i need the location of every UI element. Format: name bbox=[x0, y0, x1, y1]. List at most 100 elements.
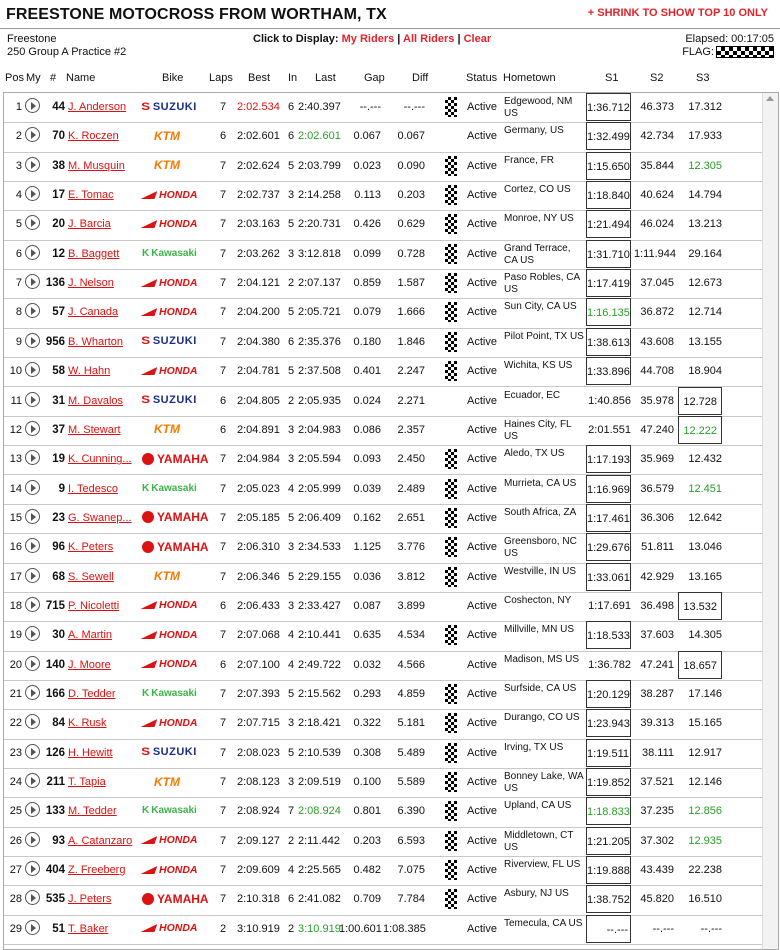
play-button-icon[interactable] bbox=[25, 890, 40, 906]
rider-name-link[interactable]: T. Tapia bbox=[68, 776, 106, 788]
rider-name-link[interactable]: I. Tedesco bbox=[68, 483, 118, 495]
shrink-top10-link[interactable]: + SHRINK TO SHOW TOP 10 ONLY bbox=[588, 7, 768, 19]
rider-name-link[interactable]: G. Swanep... bbox=[68, 512, 132, 524]
table-row[interactable]: 21 166D. Tedder Kawasaki 7 2:07.393 52:15.562… bbox=[4, 680, 762, 711]
table-row[interactable]: 22 84 K. Rusk HONDA 7 2:07.715 3 2:18.421 0.322 5… bbox=[4, 709, 762, 740]
col-s2[interactable]: S2 bbox=[650, 72, 663, 84]
table-row[interactable]: 17 68 S. Sewell KTM 7 2:06.346 5 2:29.155 0.036 3… bbox=[4, 562, 762, 593]
play-button-icon[interactable] bbox=[25, 538, 40, 554]
table-row[interactable]: 24 211 T. Tapia KTM 7 2:08.123 3 2:09.519 0.100 5… bbox=[4, 768, 762, 799]
play-button-icon[interactable] bbox=[25, 215, 40, 231]
table-row[interactable]: 1 44J. Anderson SUZUKI 7 2:02.534 62:40.397 --… bbox=[4, 93, 762, 124]
rider-name-link[interactable]: H. Hewitt bbox=[68, 747, 113, 759]
rider-name-link[interactable]: K. Cunning... bbox=[68, 453, 132, 465]
play-button-icon[interactable] bbox=[25, 802, 40, 818]
table-row[interactable]: 4 17 E. Tomac HONDA 7 2:02.737 3 2:14.258 0.113 0… bbox=[4, 181, 762, 212]
scroll-up-arrow-icon[interactable] bbox=[766, 96, 774, 101]
col-s1[interactable]: S1 bbox=[605, 72, 618, 84]
play-button-icon[interactable] bbox=[25, 479, 40, 495]
table-row[interactable]: 5 20 J. Barcia HONDA 7 2:03.163 5 2:20.731 0.426… bbox=[4, 210, 762, 241]
play-button-icon[interactable] bbox=[25, 773, 40, 789]
rider-name-link[interactable]: W. Hahn bbox=[68, 365, 110, 377]
rider-name-link[interactable]: P. Nicoletti bbox=[68, 600, 119, 612]
rider-name-link[interactable]: A. Martin bbox=[68, 629, 112, 641]
play-button-icon[interactable] bbox=[25, 626, 40, 642]
play-button-icon[interactable] bbox=[25, 156, 40, 172]
rider-name-link[interactable]: Z. Freeberg bbox=[68, 864, 125, 876]
play-button-icon[interactable] bbox=[25, 391, 40, 407]
table-row[interactable]: 13 19 K. Cunning... YAMAHA 7 2:04.984 3 2:05.59… bbox=[4, 445, 762, 476]
rider-name-link[interactable]: T. Baker bbox=[68, 923, 108, 935]
table-row[interactable]: 19 30 A. Martin HONDA 7 2:07.068 4 2:10.441 0.63… bbox=[4, 621, 762, 652]
col-last[interactable]: Last bbox=[315, 72, 336, 84]
play-button-icon[interactable] bbox=[25, 743, 40, 759]
rider-name-link[interactable]: K. Roczen bbox=[68, 130, 119, 142]
table-row[interactable]: 25133M. TedderKawasaki72:08.92472:08.924… bbox=[4, 797, 762, 828]
col-status[interactable]: Status bbox=[466, 72, 497, 84]
rider-name-link[interactable]: M. Stewart bbox=[68, 424, 121, 436]
col-best[interactable]: Best bbox=[248, 72, 270, 84]
col-diff[interactable]: Diff bbox=[412, 72, 428, 84]
rider-name-link[interactable]: K. Rusk bbox=[68, 717, 107, 729]
play-button-icon[interactable] bbox=[25, 332, 40, 348]
table-row[interactable]: 26 93 A. Catanzaro HONDA 7 2:09.127 2 2:11.442 0… bbox=[4, 826, 762, 858]
table-row[interactable]: 6 12B. Baggett Kawasaki 7 2:03.262 33:12.818 0… bbox=[4, 239, 762, 271]
table-row[interactable]: 8 57 J. Canada HONDA 7 2:04.200 5 2:05.721 0.079… bbox=[4, 298, 762, 329]
rider-name-link[interactable]: A. Catanzaro bbox=[68, 835, 132, 847]
col-bike[interactable]: Bike bbox=[162, 72, 183, 84]
table-row[interactable]: 7 136 J. Nelson HONDA 7 2:04.121 2 2:07.137 0.85… bbox=[4, 269, 762, 300]
play-button-icon[interactable] bbox=[25, 567, 40, 583]
play-button-icon[interactable] bbox=[25, 420, 40, 436]
play-button-icon[interactable] bbox=[25, 274, 40, 290]
table-row[interactable]: 15 23 G. Swanep... YAMAHA 7 2:05.185 5 2:06.409… bbox=[4, 503, 762, 535]
col-hometown[interactable]: Hometown bbox=[503, 72, 556, 84]
col-num[interactable]: # bbox=[50, 72, 56, 84]
play-button-icon[interactable] bbox=[25, 919, 40, 935]
table-row[interactable]: 11 31M. Davalos SUZUKI 6 2:04.805 22:05.935 0.… bbox=[4, 386, 762, 417]
table-row[interactable]: 14 9I. Tedesco Kawasaki 7 2:05.023 42:05.999 0… bbox=[4, 474, 762, 505]
col-gap[interactable]: Gap bbox=[364, 72, 385, 84]
play-button-icon[interactable] bbox=[25, 362, 40, 378]
rider-name-link[interactable]: S. Sewell bbox=[68, 571, 114, 583]
table-row[interactable]: 27 404 Z. Freeberg HONDA 7 2:09.609 4 2:25.565 0… bbox=[4, 856, 762, 887]
rider-name-link[interactable]: J. Peters bbox=[68, 893, 111, 905]
rider-name-link[interactable]: E. Tomac bbox=[68, 189, 114, 201]
rider-name-link[interactable]: J. Barcia bbox=[68, 218, 111, 230]
play-button-icon[interactable] bbox=[25, 98, 40, 113]
table-row[interactable]: 18 715 P. Nicoletti HONDA 6 2:06.433 3 2:33.427… bbox=[4, 591, 762, 623]
play-button-icon[interactable] bbox=[25, 861, 40, 877]
table-row[interactable]: 9 956B. Wharton SUZUKI 7 2:04.380 62:35.376 0.… bbox=[4, 327, 762, 359]
rider-name-link[interactable]: D. Tedder bbox=[68, 688, 116, 700]
play-button-icon[interactable] bbox=[25, 596, 40, 612]
play-button-icon[interactable] bbox=[25, 244, 40, 260]
col-s3[interactable]: S3 bbox=[696, 72, 709, 84]
play-button-icon[interactable] bbox=[25, 508, 40, 524]
rider-name-link[interactable]: J. Nelson bbox=[68, 277, 114, 289]
play-button-icon[interactable] bbox=[25, 831, 40, 847]
rider-name-link[interactable]: J. Anderson bbox=[68, 101, 126, 113]
table-row[interactable]: 3 38 M. Musquin KTM 7 2:02.624 5 2:03.799 0.023 0… bbox=[4, 151, 762, 182]
rider-name-link[interactable]: M. Davalos bbox=[68, 395, 123, 407]
play-button-icon[interactable] bbox=[25, 685, 40, 700]
table-row[interactable]: 2 70 K. Roczen KTM 6 2:02.601 6 2:02.601 0.067 0.… bbox=[4, 122, 762, 153]
table-row[interactable]: 20 140 J. Moore HONDA 6 2:07.100 4 2:49.722 0.03… bbox=[4, 650, 762, 681]
rider-name-link[interactable]: B. Baggett bbox=[68, 248, 119, 260]
play-button-icon[interactable] bbox=[25, 303, 40, 319]
play-button-icon[interactable] bbox=[25, 450, 40, 466]
rider-name-link[interactable]: M. Musquin bbox=[68, 160, 125, 172]
col-in[interactable]: In bbox=[288, 72, 297, 84]
rider-name-link[interactable]: M. Tedder bbox=[68, 805, 117, 817]
vertical-scrollbar[interactable] bbox=[762, 93, 778, 949]
col-name[interactable]: Name bbox=[66, 72, 95, 84]
col-pos[interactable]: Pos bbox=[5, 72, 24, 84]
col-my[interactable]: My bbox=[26, 72, 41, 84]
play-button-icon[interactable] bbox=[25, 655, 40, 671]
play-button-icon[interactable] bbox=[25, 714, 40, 730]
rider-name-link[interactable]: J. Canada bbox=[68, 306, 118, 318]
table-row[interactable]: 16 96 K. Peters YAMAHA 7 2:06.310 3 2:34.533 1.1… bbox=[4, 533, 762, 564]
table-row[interactable]: 12 37 M. Stewart KTM 6 2:04.891 3 2:04.983 0.086… bbox=[4, 415, 762, 447]
rider-name-link[interactable]: B. Wharton bbox=[68, 336, 123, 348]
all-riders-link[interactable]: All Riders bbox=[403, 33, 454, 45]
table-row[interactable]: 29 51 T. Baker HONDA 2 3:10.919 2 3:10.919 1:00.… bbox=[4, 914, 762, 946]
my-riders-link[interactable]: My Riders bbox=[342, 33, 395, 45]
